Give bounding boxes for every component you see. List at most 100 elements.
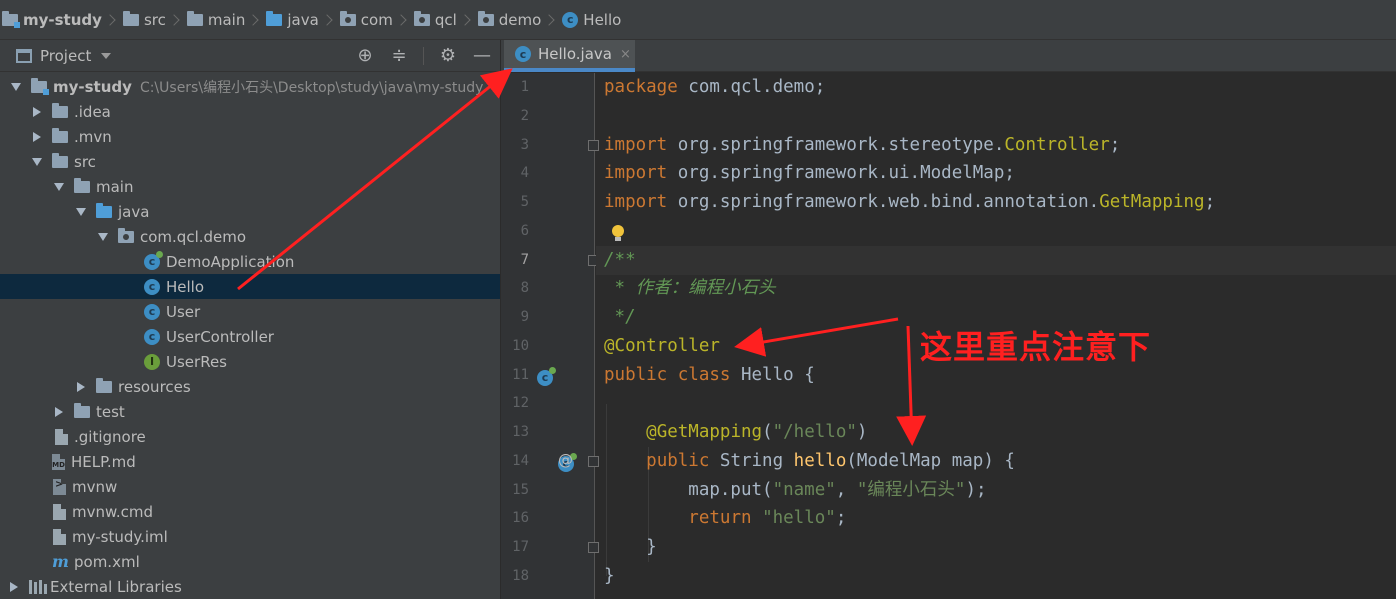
expand-arrow-icon[interactable]: [97, 232, 109, 241]
breadcrumb-separator-icon: [459, 13, 471, 26]
breadcrumb-item-main[interactable]: main: [186, 0, 245, 40]
package-icon: [413, 10, 430, 26]
line-number: 5: [520, 194, 529, 210]
expand-arrow-icon[interactable]: [31, 157, 43, 166]
tree-item-idea[interactable]: .idea: [0, 99, 500, 124]
module-path: C:\Users\编程小石头\Desktop\study\java\my-stu…: [139, 79, 484, 96]
close-icon[interactable]: ×: [620, 47, 631, 62]
breadcrumb-item-src[interactable]: src: [122, 0, 166, 40]
tree-item-java[interactable]: java: [0, 199, 500, 224]
line-number: 16: [512, 510, 529, 526]
breadcrumb-item-demo[interactable]: demo: [477, 0, 541, 40]
tree-item-help-md[interactable]: MD HELP.md: [0, 449, 500, 474]
line-number: 15: [512, 482, 529, 498]
tree-item-mvnw-cmd[interactable]: mvnw.cmd: [0, 499, 500, 524]
breadcrumb-separator-icon: [168, 13, 180, 26]
current-line-highlight: [596, 246, 1396, 275]
expand-arrow-icon[interactable]: [10, 82, 22, 91]
line-number: 6: [520, 223, 529, 239]
code-line-5: import org.springframework.web.bind.anno…: [604, 192, 1216, 212]
locate-icon[interactable]: ⊕: [355, 40, 375, 72]
tree-item-test[interactable]: test: [0, 399, 500, 424]
code-line-16: return "hello";: [688, 508, 847, 528]
spring-boot-class-icon: c: [144, 250, 163, 270]
interface-icon: I: [144, 353, 160, 370]
collapse-arrow-icon[interactable]: [53, 406, 65, 417]
breadcrumb-item-hello[interactable]: c Hello: [562, 0, 621, 40]
code-line-7: /**: [604, 250, 636, 270]
package-icon: [118, 227, 134, 243]
module-folder-icon: [2, 10, 20, 28]
collapse-arrow-icon[interactable]: [31, 106, 43, 117]
class-icon: c: [144, 328, 160, 345]
folder-icon: [52, 102, 68, 118]
breadcrumb-item-com[interactable]: com: [339, 0, 393, 40]
tree-item-gitignore[interactable]: .gitignore: [0, 424, 500, 449]
line-number: 14: [512, 453, 529, 469]
collapse-arrow-icon[interactable]: [31, 131, 43, 142]
gear-icon[interactable]: ⚙: [438, 40, 458, 72]
project-view-selector[interactable]: Project: [40, 47, 91, 65]
tree-item-src[interactable]: src: [0, 149, 500, 174]
class-icon: c: [515, 46, 531, 62]
toolbar-divider: [423, 47, 424, 65]
lightbulb-icon[interactable]: [612, 225, 624, 241]
file-icon: [53, 503, 66, 520]
hide-icon[interactable]: —: [472, 40, 492, 72]
file-icon: [55, 428, 68, 445]
tree-item-mvn[interactable]: .mvn: [0, 124, 500, 149]
class-icon: c: [144, 278, 160, 295]
folder-icon: [74, 402, 90, 418]
line-number: 3: [520, 137, 529, 153]
tree-item-pom-xml[interactable]: m pom.xml: [0, 549, 500, 574]
project-view-icon: [16, 48, 32, 63]
code-line-11: public class Hello {: [604, 365, 815, 385]
resources-folder-icon: [96, 377, 112, 393]
line-number: 10: [512, 338, 529, 354]
editor-tab-bar: c Hello.java ×: [501, 40, 1396, 72]
collapse-arrow-icon[interactable]: [75, 381, 87, 392]
tree-item-main[interactable]: main: [0, 174, 500, 199]
script-file-icon: [53, 478, 66, 495]
spring-bean-gutter-icon[interactable]: c: [537, 366, 556, 386]
tree-item-mvnw[interactable]: mvnw: [0, 474, 500, 499]
tree-item-my-study[interactable]: my-study C:\Users\编程小石头\Desktop\study\ja…: [0, 74, 500, 99]
breadcrumb-item-qcl[interactable]: qcl: [413, 0, 457, 40]
collapse-icon[interactable]: ≑: [389, 40, 409, 72]
libraries-icon: [29, 579, 47, 594]
folder-icon: [52, 127, 68, 143]
tree-item-resources[interactable]: resources: [0, 374, 500, 399]
tree-item-demo-application[interactable]: c DemoApplication: [0, 249, 500, 274]
tab-hello-java[interactable]: c Hello.java ×: [504, 40, 635, 72]
line-number: 18: [512, 568, 529, 584]
module-folder-icon: [31, 77, 49, 95]
source-folder-icon: [266, 10, 283, 26]
line-number: 11: [512, 367, 529, 383]
tree-item-com-qcl-demo[interactable]: com.qcl.demo: [0, 224, 500, 249]
tree-item-user[interactable]: c User: [0, 299, 500, 324]
at-sign-icon[interactable]: @: [558, 451, 573, 469]
collapse-arrow-icon[interactable]: [8, 581, 20, 592]
tree-item-my-study-iml[interactable]: my-study.iml: [0, 524, 500, 549]
navigation-breadcrumb: my-study src main java com qcl demo c He…: [0, 0, 1396, 40]
project-panel-header: Project ⊕ ≑ ⚙ —: [0, 40, 500, 72]
breadcrumb-item-java[interactable]: java: [266, 0, 319, 40]
breadcrumb-item-my-study[interactable]: my-study: [2, 0, 102, 40]
tree-item-user-res[interactable]: I UserRes: [0, 349, 500, 374]
markdown-file-icon: MD: [52, 453, 65, 470]
expand-arrow-icon[interactable]: [53, 182, 65, 191]
folder-icon: [74, 177, 90, 193]
line-number: 17: [512, 539, 529, 555]
chevron-down-icon[interactable]: [101, 52, 112, 59]
expand-arrow-icon[interactable]: [75, 207, 87, 216]
code-line-10: @Controller: [604, 336, 720, 356]
source-folder-icon: [96, 202, 112, 218]
annotation-note: 这里重点注意下: [920, 328, 1152, 366]
line-number: 4: [520, 165, 529, 181]
line-number: 8: [520, 280, 529, 296]
tree-item-hello[interactable]: c Hello: [0, 274, 500, 299]
tree-item-external-libraries[interactable]: External Libraries: [0, 574, 500, 599]
folder-icon: [52, 152, 68, 168]
tree-item-user-controller[interactable]: c UserController: [0, 324, 500, 349]
package-icon: [477, 10, 494, 26]
